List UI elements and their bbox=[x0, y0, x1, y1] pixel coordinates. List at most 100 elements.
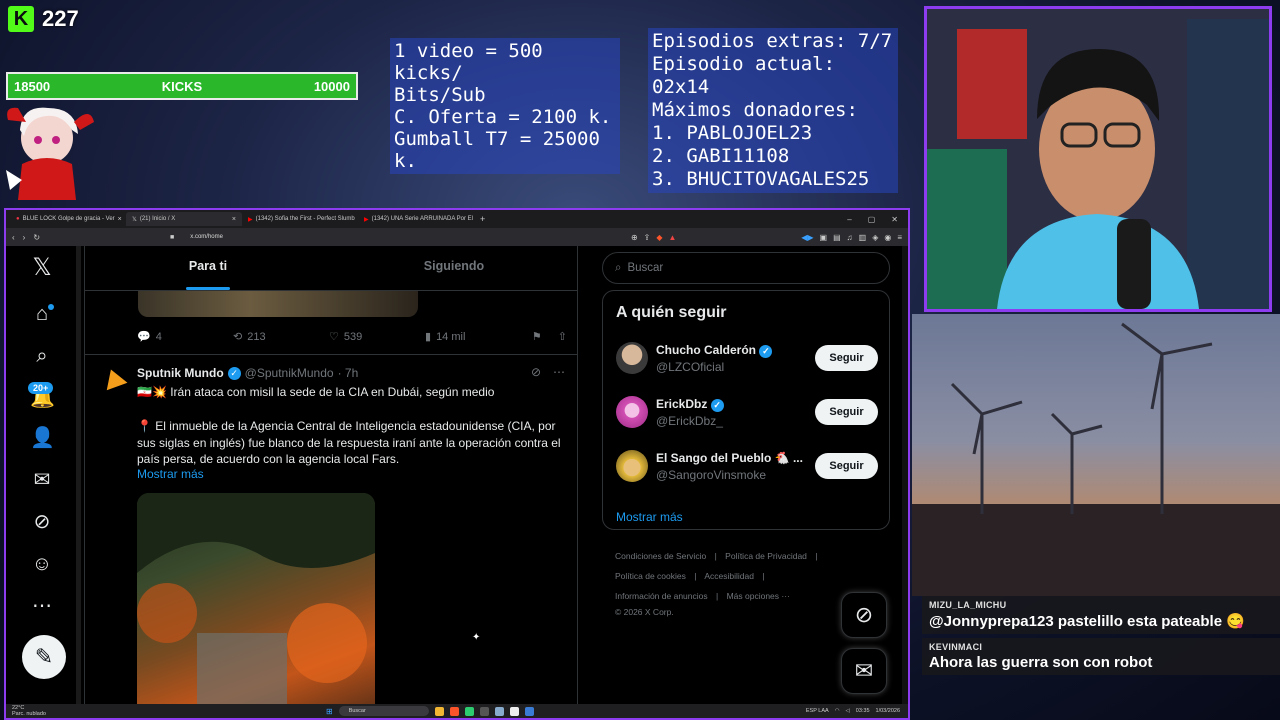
browser-tab-active[interactable]: 𝕏 (21) Inicio / X × bbox=[126, 212, 242, 226]
wifi-icon[interactable]: ◠ bbox=[835, 708, 840, 714]
suggestion-name[interactable]: El Sango del Pueblo 🐔 ... bbox=[656, 451, 803, 465]
fire-video-frame bbox=[137, 493, 375, 704]
app-icon[interactable] bbox=[509, 706, 519, 716]
messages-fab-button[interactable]: ✉ bbox=[841, 648, 887, 694]
footer-ads-link[interactable]: Información de anuncios bbox=[615, 591, 708, 601]
add-user-icon[interactable]: 👤 bbox=[30, 426, 55, 450]
menu-icon[interactable]: ≡ bbox=[897, 233, 902, 242]
system-tray: ESP LAA ◠ ◁ 03:35 1/03/2026 bbox=[806, 708, 900, 714]
volume-icon[interactable]: ◁ bbox=[846, 708, 850, 714]
views-button[interactable]: ▮ 14 mil bbox=[425, 330, 521, 344]
show-more-link[interactable]: Mostrar más bbox=[616, 510, 683, 524]
new-tab-icon[interactable]: + bbox=[480, 214, 485, 224]
forward-icon[interactable]: › bbox=[23, 233, 26, 242]
brave-icon[interactable] bbox=[449, 706, 459, 716]
footer-accessibility-link[interactable]: Accesibilidad bbox=[704, 571, 754, 581]
post-button[interactable]: ✎ bbox=[22, 635, 66, 679]
close-icon[interactable]: × bbox=[232, 216, 236, 223]
repost-button[interactable]: ⟲ 213 bbox=[233, 330, 329, 344]
search-icon[interactable]: ⌕ bbox=[30, 344, 54, 368]
share-icon[interactable]: ⇪ bbox=[644, 233, 651, 242]
tray-time[interactable]: 03:35 bbox=[856, 708, 870, 714]
x-left-nav: 𝕏 ⌂ ⌕ 🔔 20+ 👤 ✉ ⊘ ☺ ⋯ ✎ bbox=[6, 246, 82, 704]
reply-button[interactable]: 💬 4 bbox=[137, 330, 233, 344]
grok-icon[interactable]: ⊘ bbox=[531, 365, 541, 379]
grok-fab-button[interactable]: ⊘ bbox=[841, 592, 887, 638]
streamer-silhouette bbox=[927, 9, 1269, 309]
browser-tab[interactable]: ▶ (1342) Sofia the First - Perfect Slumb… bbox=[242, 212, 358, 226]
info-line: Bits/Sub bbox=[394, 84, 486, 106]
follow-button[interactable]: Seguir bbox=[815, 345, 878, 371]
follow-suggestion[interactable]: El Sango del Pueblo 🐔 ... @SangoroVinsmo… bbox=[616, 447, 878, 487]
vpn-icon[interactable]: ◉ bbox=[884, 233, 891, 242]
nav-scrollbar[interactable] bbox=[76, 246, 81, 704]
tab-following[interactable]: Siguiendo bbox=[331, 246, 577, 290]
browser-tab[interactable]: ▶ (1342) UNA Serie ARRUINADA Por El × bbox=[358, 212, 474, 226]
bookmark-icon[interactable]: ■ bbox=[170, 234, 174, 241]
file-explorer-icon[interactable] bbox=[434, 706, 444, 716]
tweet[interactable]: Sputnik Mundo ✓ @SputnikMundo · 7h ⊘ ⋯ 🇮… bbox=[85, 354, 577, 704]
search-icon: ⌕ bbox=[615, 261, 622, 274]
tweet-author-name[interactable]: Sputnik Mundo bbox=[137, 366, 224, 380]
sidebar-icon[interactable]: ▥ bbox=[859, 233, 867, 242]
tab-for-you[interactable]: Para ti bbox=[85, 246, 331, 290]
back-icon[interactable]: ‹ bbox=[12, 233, 15, 242]
avatar[interactable] bbox=[616, 450, 648, 482]
suggestion-name[interactable]: ErickDbz ✓ bbox=[656, 397, 724, 412]
footer-cookies-link[interactable]: Política de cookies bbox=[615, 571, 686, 581]
windows-start-icon[interactable]: ⊞ bbox=[326, 707, 333, 716]
extension-icon[interactable]: ▣ bbox=[820, 233, 828, 242]
app-icon[interactable] bbox=[524, 706, 534, 716]
follow-button[interactable]: Seguir bbox=[815, 399, 878, 425]
share-icon[interactable]: ⇧ bbox=[558, 330, 567, 343]
previous-tweet-media[interactable] bbox=[138, 291, 418, 317]
app-icon[interactable] bbox=[464, 706, 474, 716]
suggestion-name[interactable]: Chucho Calderón ✓ bbox=[656, 343, 773, 358]
more-icon[interactable]: ⋯ bbox=[30, 594, 54, 618]
url-field[interactable]: x.com/home bbox=[190, 234, 223, 240]
x-logo-icon[interactable]: 𝕏 bbox=[30, 256, 54, 280]
minimize-icon[interactable]: – bbox=[847, 215, 851, 224]
follow-suggestion[interactable]: Chucho Calderón ✓ @LZCOficial Seguir bbox=[616, 339, 878, 379]
app-icon[interactable] bbox=[494, 706, 504, 716]
weather-widget[interactable]: 22°C Parc. nublado bbox=[12, 705, 92, 717]
avatar[interactable] bbox=[616, 396, 648, 428]
follow-button[interactable]: Seguir bbox=[815, 453, 878, 479]
bookmark-icon[interactable]: ⚑ bbox=[532, 330, 542, 343]
more-options-icon[interactable]: ⋯ bbox=[553, 365, 565, 379]
tweet-handle[interactable]: @SputnikMundo bbox=[245, 366, 334, 380]
brave-shield-icon[interactable]: ◆ bbox=[656, 233, 662, 242]
taskbar-search[interactable]: Buscar bbox=[338, 706, 429, 716]
footer-terms-link[interactable]: Condiciones de Servicio bbox=[615, 551, 706, 561]
tray-date[interactable]: 1/03/2026 bbox=[876, 708, 900, 714]
extension-icon[interactable]: ▤ bbox=[833, 233, 841, 242]
page-scrollbar[interactable] bbox=[902, 246, 908, 704]
rewards-icon[interactable]: ▲ bbox=[669, 233, 677, 242]
close-window-icon[interactable]: ✕ bbox=[891, 215, 898, 224]
close-icon[interactable]: × bbox=[118, 216, 122, 223]
zoom-icon[interactable]: ⊕ bbox=[631, 233, 638, 242]
music-icon[interactable]: ♫ bbox=[847, 233, 853, 242]
like-button[interactable]: ♡ 539 bbox=[329, 330, 425, 344]
grok-icon[interactable]: ⊘ bbox=[30, 510, 54, 534]
reload-icon[interactable]: ↻ bbox=[33, 233, 40, 242]
app-icon[interactable] bbox=[479, 706, 489, 716]
show-more-link[interactable]: Mostrar más bbox=[137, 467, 204, 481]
maximize-icon[interactable]: ▢ bbox=[868, 215, 876, 224]
avatar[interactable] bbox=[616, 342, 648, 374]
tweet-time[interactable]: · 7h bbox=[338, 366, 359, 380]
tray-language[interactable]: ESP LAA bbox=[806, 708, 829, 714]
follow-suggestion[interactable]: ErickDbz ✓ @ErickDbz_ Seguir bbox=[616, 393, 878, 433]
mail-icon[interactable]: ✉ bbox=[30, 468, 54, 492]
profile-icon[interactable]: ☺ bbox=[30, 552, 54, 576]
browser-tab[interactable]: ● BLUE LOCK Golpe de gracia - Ver × bbox=[10, 212, 126, 226]
footer-more-link[interactable]: Más opciones ··· bbox=[727, 591, 790, 601]
tweet-video[interactable] bbox=[137, 493, 375, 704]
chat-username: MIZU_LA_MICHU bbox=[929, 600, 1007, 610]
footer-privacy-link[interactable]: Política de Privacidad bbox=[725, 551, 807, 561]
wallet-icon[interactable]: ◈ bbox=[872, 233, 878, 242]
sputnik-avatar[interactable] bbox=[100, 365, 128, 391]
extension-icon[interactable]: ◀▶ bbox=[801, 233, 813, 242]
tweet-header: Sputnik Mundo ✓ @SputnikMundo · 7h bbox=[137, 366, 358, 380]
search-input[interactable]: ⌕ Buscar bbox=[602, 252, 890, 284]
